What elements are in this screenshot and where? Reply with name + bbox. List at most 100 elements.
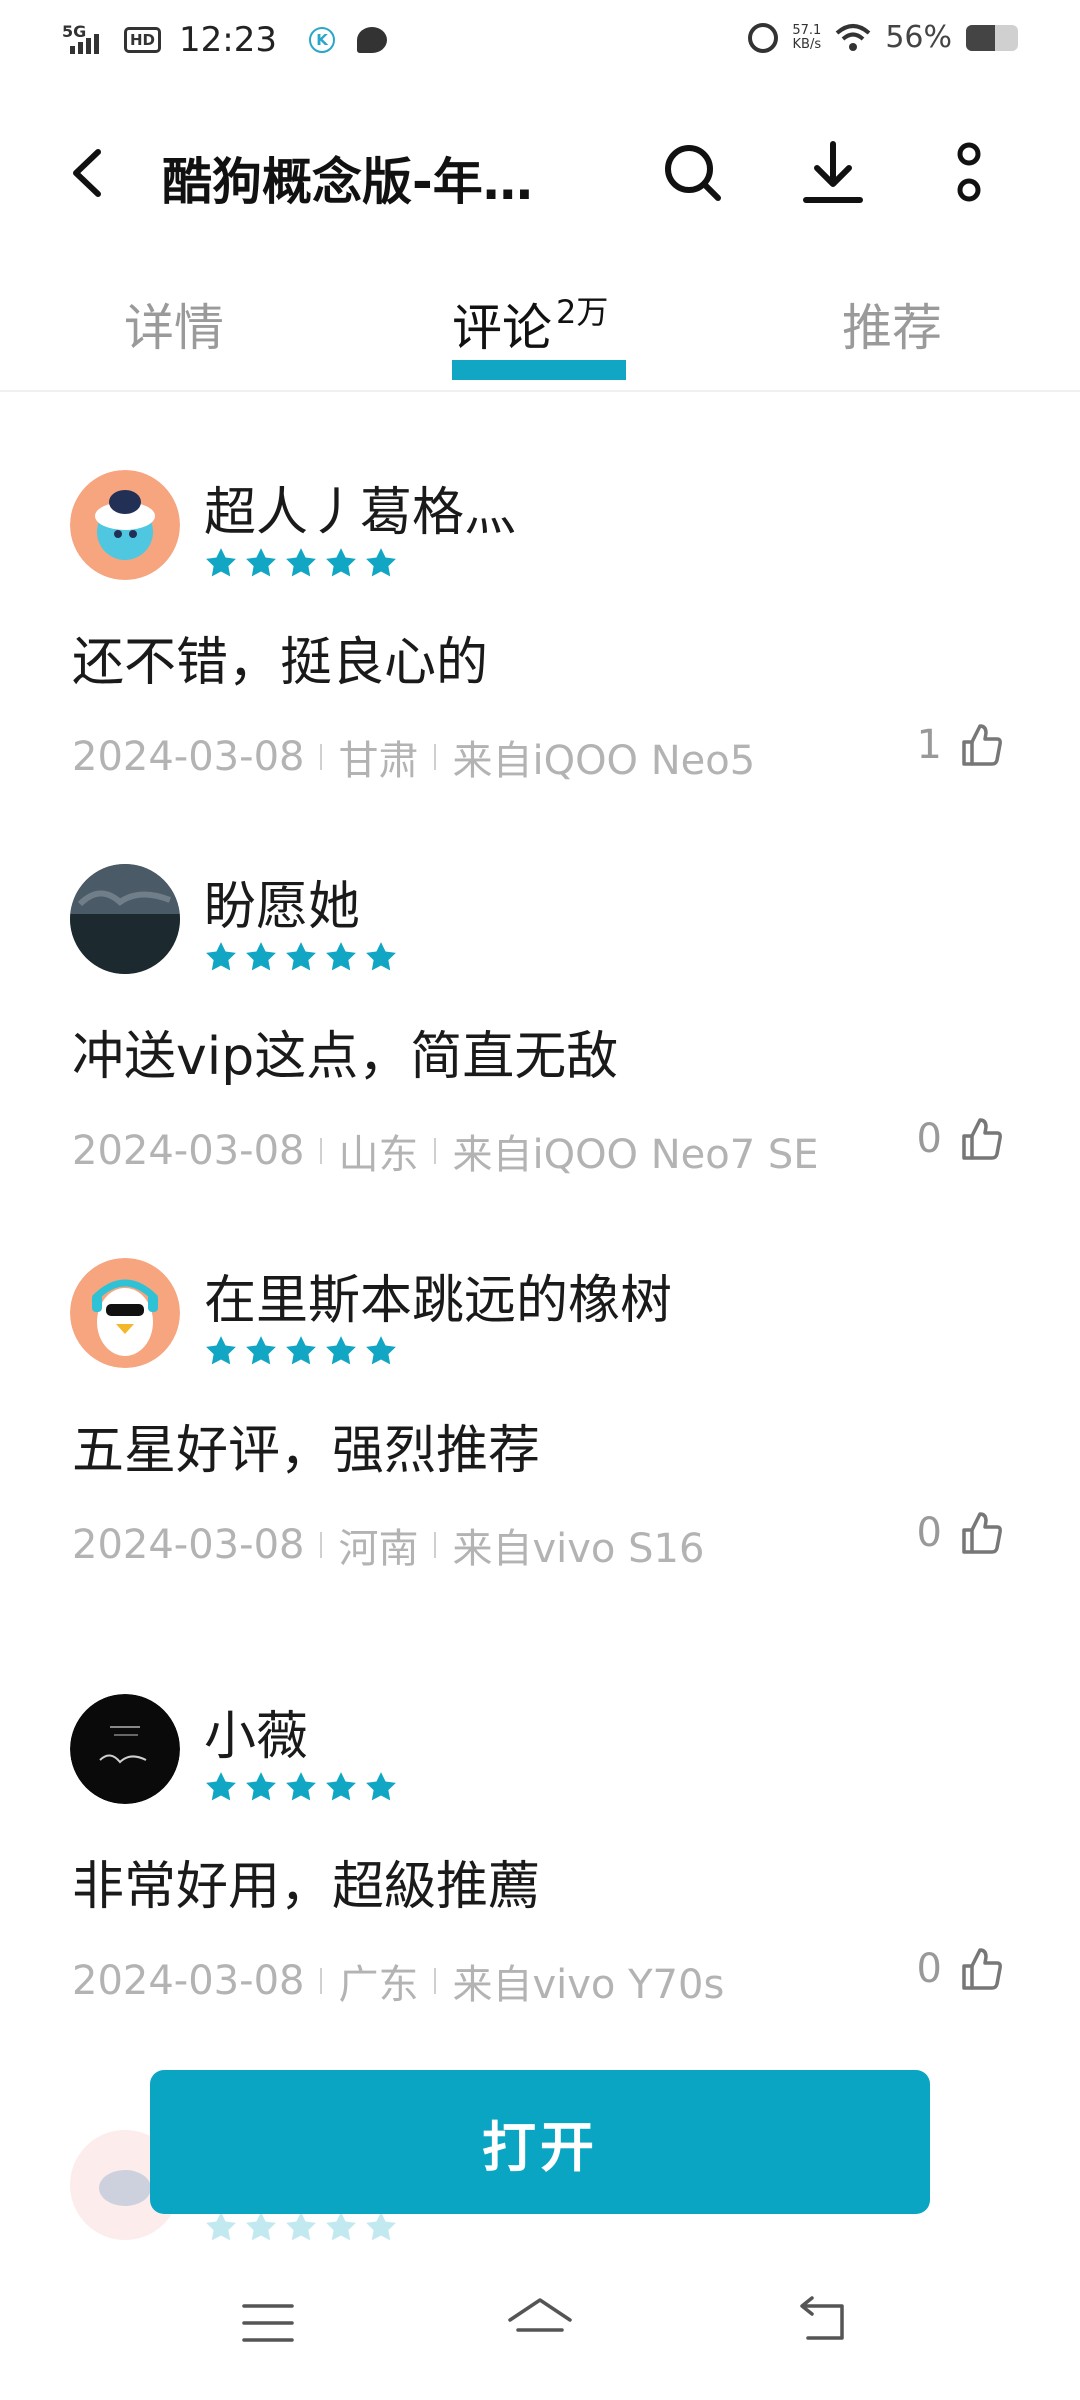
review-content: 还不错，挺良心的	[72, 633, 489, 693]
star-icon	[286, 1336, 316, 1365]
thumbs-up-icon	[962, 1948, 1002, 1990]
like-count: 0	[916, 1946, 942, 1992]
review-region: 甘肃	[338, 738, 419, 784]
tab-details[interactable]: 详情	[124, 288, 224, 360]
avatar[interactable]	[70, 864, 180, 974]
avatar[interactable]	[70, 470, 180, 580]
active-tab-indicator	[452, 360, 626, 380]
star-icon	[326, 1336, 356, 1365]
review-meta: 2024-03-08 河南 来自vivo S16	[72, 1516, 704, 1574]
comment-count: 2万	[556, 293, 609, 331]
review-username: 超人丿葛格灬	[204, 483, 517, 543]
star-icon	[206, 942, 236, 971]
star-icon	[206, 2212, 236, 2241]
battery-percent: 56%	[885, 20, 952, 55]
review-item: 超人丿葛格灬 还不错，挺良心的 2024-03-08 甘肃 来自iQOO Neo…	[0, 460, 1080, 800]
review-item: 小薇 非常好用，超級推薦 2024-03-08 广东 来自vivo Y70s 0	[0, 1684, 1080, 2024]
like-button[interactable]: 0	[917, 1946, 1004, 1992]
star-icon	[366, 2212, 396, 2241]
rating-stars	[204, 546, 398, 580]
signal-icon: 5G	[62, 22, 110, 58]
rating-stars	[204, 2210, 398, 2244]
star-icon	[246, 1772, 276, 1801]
avatar[interactable]	[70, 1258, 180, 1368]
meta-divider	[434, 744, 437, 770]
thumbs-up-icon	[962, 1118, 1002, 1160]
star-icon	[366, 1336, 396, 1365]
rating-stars	[204, 1770, 398, 1804]
meta-divider	[320, 1968, 323, 1994]
home-icon[interactable]	[504, 2294, 576, 2350]
hd-icon: HD	[124, 27, 162, 53]
review-device: 来自iQOO Neo7 SE	[452, 1132, 819, 1178]
review-device: 来自vivo S16	[452, 1526, 705, 1572]
star-icon	[206, 1772, 236, 1801]
wifi-icon	[835, 23, 871, 51]
more-icon[interactable]	[944, 140, 994, 210]
download-icon[interactable]	[800, 138, 866, 208]
meta-divider	[320, 1138, 323, 1164]
status-bar: 5G HD 12:23 K 57.1 KB/s 56%	[0, 0, 1080, 84]
menu-icon[interactable]	[240, 2300, 296, 2346]
star-icon	[246, 1336, 276, 1365]
like-count: 1	[916, 722, 942, 768]
review-meta: 2024-03-08 山东 来自iQOO Neo7 SE	[72, 1122, 819, 1180]
star-icon	[326, 548, 356, 577]
star-icon	[286, 2212, 316, 2241]
avatar[interactable]	[70, 1694, 180, 1804]
star-icon	[286, 1772, 316, 1801]
star-icon	[246, 942, 276, 971]
navigation-bar	[0, 2250, 1080, 2400]
tab-bar: 详情 评论 2万 推荐	[0, 268, 1080, 392]
review-content: 冲送vip这点，简直无敌	[72, 1027, 619, 1087]
review-item: 盼愿她 冲送vip这点，简直无敌 2024-03-08 山东 来自iQOO Ne…	[0, 854, 1080, 1194]
review-meta: 2024-03-08 甘肃 来自iQOO Neo5	[72, 728, 755, 786]
meta-divider	[320, 744, 323, 770]
status-left: 5G HD 12:23 K	[62, 20, 387, 60]
back-nav-icon[interactable]	[794, 2296, 850, 2346]
review-meta: 2024-03-08 广东 来自vivo Y70s	[72, 1952, 724, 2010]
star-icon	[206, 1336, 236, 1365]
meta-divider	[434, 1138, 437, 1164]
tab-recommend[interactable]: 推荐	[842, 288, 942, 360]
like-count: 0	[916, 1116, 942, 1162]
review-device: 来自vivo Y70s	[452, 1962, 725, 2008]
status-time: 12:23	[179, 20, 277, 60]
review-date: 2024-03-08	[72, 1958, 305, 2004]
star-icon	[246, 548, 276, 577]
review-device: 来自iQOO Neo5	[452, 738, 756, 784]
open-app-button[interactable]: 打开	[150, 2070, 930, 2214]
tab-comments[interactable]: 评论 2万	[452, 288, 608, 360]
star-icon	[206, 548, 236, 577]
review-region: 山东	[338, 1132, 419, 1178]
star-icon	[326, 2212, 356, 2241]
like-button[interactable]: 0	[917, 1510, 1004, 1556]
rating-stars	[204, 1334, 398, 1368]
battery-icon	[966, 24, 1018, 51]
like-count: 0	[916, 1510, 942, 1556]
thumbs-up-icon	[962, 1512, 1002, 1554]
review-date: 2024-03-08	[72, 1128, 305, 1174]
rating-stars	[204, 940, 398, 974]
meta-divider	[434, 1532, 437, 1558]
star-icon	[286, 942, 316, 971]
review-region: 广东	[338, 1962, 419, 2008]
back-icon[interactable]	[60, 138, 120, 208]
star-icon	[326, 942, 356, 971]
meta-divider	[320, 1532, 323, 1558]
review-item: 在里斯本跳远的橡树 五星好评，强烈推荐 2024-03-08 河南 来自vivo…	[0, 1248, 1080, 1588]
star-icon	[366, 548, 396, 577]
like-button[interactable]: 1	[917, 722, 1004, 768]
status-right: 57.1 KB/s 56%	[748, 20, 1018, 55]
review-content: 非常好用，超級推薦	[72, 1857, 541, 1917]
meta-divider	[434, 1968, 437, 1994]
chat-notification-icon	[357, 27, 387, 53]
search-icon[interactable]	[660, 140, 726, 206]
alarm-icon	[748, 22, 779, 53]
review-username: 小薇	[204, 1707, 309, 1767]
like-button[interactable]: 0	[917, 1116, 1004, 1162]
review-username: 盼愿她	[204, 877, 361, 937]
star-icon	[246, 2212, 276, 2241]
page-title: 酷狗概念版-年…	[162, 153, 533, 211]
app-bar: 酷狗概念版-年…	[0, 108, 1080, 238]
